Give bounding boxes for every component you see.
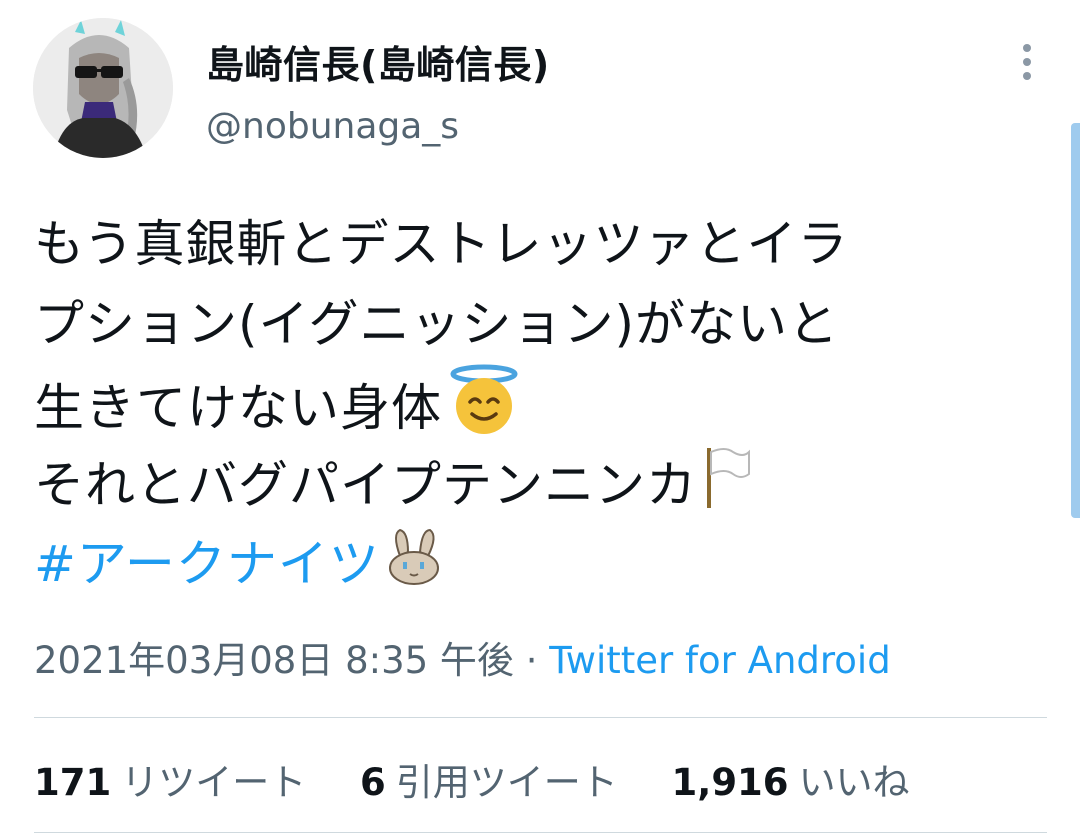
tweet-meta: 2021年03月08日 8:35 午後 · Twitter for Androi… — [34, 630, 891, 684]
tweet-timestamp[interactable]: 2021年03月08日 8:35 午後 — [34, 639, 514, 682]
hashtag-link[interactable]: #アークナイツ — [34, 535, 380, 593]
more-options-icon[interactable] — [1010, 40, 1044, 84]
divider — [34, 832, 1047, 833]
tweet-detail-view: 島崎信長(島崎信長) @nobunaga_s もう真銀斬とデストレッツァとイラ … — [0, 0, 1080, 837]
author-display-name[interactable]: 島崎信長(島崎信長) — [206, 34, 550, 89]
quotes-stat[interactable]: 6 引用ツイート — [360, 752, 618, 806]
tweet-source-link[interactable]: Twitter for Android — [549, 639, 890, 682]
likes-count: 1,916 — [671, 761, 789, 804]
retweets-stat[interactable]: 171 リツイート — [34, 752, 306, 806]
tweet-line: プション(イグニッション)がないと — [34, 295, 840, 353]
quotes-label: 引用ツイート — [395, 761, 618, 804]
tweet-line: #アークナイツ — [34, 524, 1034, 604]
author-handle[interactable]: @nobunaga_s — [206, 106, 459, 147]
avatar-illustration — [33, 18, 173, 158]
retweets-count: 171 — [34, 761, 112, 804]
bunny-sticker-icon — [386, 526, 444, 609]
likes-stat[interactable]: 1,916 いいね — [672, 752, 910, 806]
tweet-line: もう真銀斬とデストレッツァとイラ — [34, 215, 849, 273]
scrollbar[interactable] — [1071, 123, 1080, 518]
tweet-stats: 171 リツイート 6 引用ツイート 1,916 いいね — [34, 752, 952, 806]
quotes-count: 6 — [360, 761, 386, 804]
divider — [34, 717, 1047, 718]
likes-label: いいね — [798, 761, 910, 804]
white-flag-icon — [703, 444, 753, 533]
retweets-label: リツイート — [121, 761, 307, 804]
meta-separator: · — [525, 639, 538, 682]
tweet-text: もう真銀斬とデストレッツァとイラ プション(イグニッション)がないと 生きてけな… — [34, 204, 1034, 604]
tweet-line: それとバグパイプテンニンカ — [34, 444, 1034, 524]
tweet-line-text: それとバグパイプテンニンカ — [34, 456, 697, 514]
tweet-line-text: 生きてけない身体 — [34, 379, 442, 437]
avatar[interactable] — [33, 18, 173, 158]
tweet-line: 生きてけない身体 — [34, 364, 1034, 444]
